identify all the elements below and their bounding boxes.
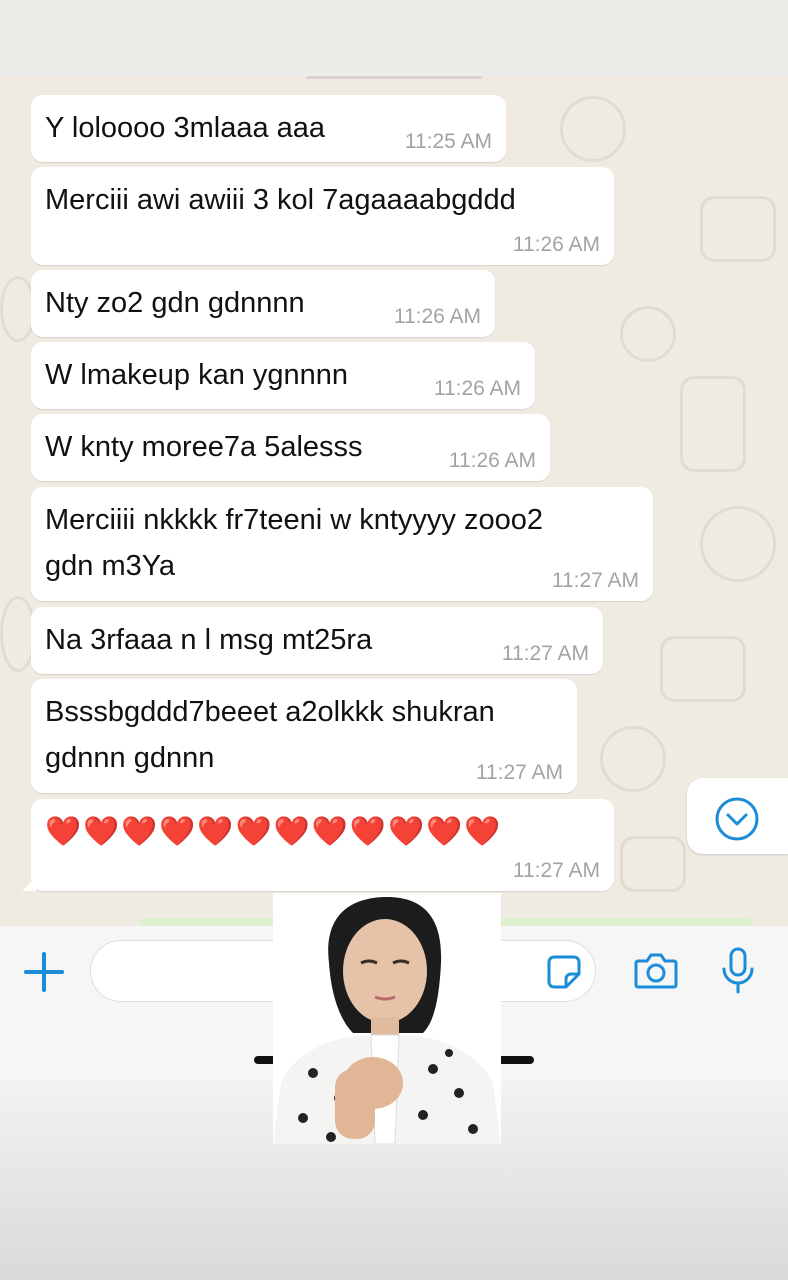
microphone-icon[interactable] <box>721 947 755 995</box>
chevron-down-circle-icon <box>715 797 759 841</box>
wallpaper-doodle <box>660 636 746 702</box>
wallpaper-doodle <box>700 196 776 262</box>
message-time: 11:27 AM <box>551 569 639 592</box>
message-bubble[interactable]: W knty moree7a 5alesss 11:26 AM <box>31 414 550 481</box>
message-time: 11:26 AM <box>433 377 521 400</box>
wallpaper-doodle <box>600 726 666 792</box>
message-bubble[interactable]: Nty zo2 gdn gdnnnn 11:26 AM <box>31 270 495 337</box>
message-time: 11:27 AM <box>501 642 589 665</box>
message-time: 11:27 AM <box>512 859 600 882</box>
message-bubble[interactable]: Y loloooo 3mlaaa aaa 11:25 AM <box>31 95 506 162</box>
message-time: 11:26 AM <box>448 449 536 472</box>
person-sticker-overlay <box>273 893 501 1144</box>
message-text-line: Merciiii nkkkk fr7teeni w kntyyyy zooo2 <box>45 504 543 536</box>
message-time: 11:26 AM <box>393 305 481 328</box>
scroll-indicator <box>306 76 482 79</box>
sticker-icon[interactable] <box>546 954 582 990</box>
message-bubble[interactable]: Bsssbgddd7beeet a2olkkk shukran gdnnn gd… <box>31 679 577 793</box>
message-text-line: Bsssbgddd7beeet a2olkkk shukran <box>45 696 495 728</box>
bubble-tail <box>22 877 36 891</box>
plus-icon[interactable] <box>24 952 64 992</box>
message-bubble[interactable]: ❤️❤️❤️❤️❤️❤️❤️❤️❤️❤️❤️❤️ 11:27 AM <box>22 799 614 891</box>
wallpaper-doodle <box>700 506 776 582</box>
message-bubble[interactable]: W lmakeup kan ygnnnn 11:26 AM <box>31 342 535 409</box>
message-bubble[interactable]: Na 3rfaaa n l msg mt25ra 11:27 AM <box>31 607 603 674</box>
camera-icon[interactable] <box>634 951 678 991</box>
wallpaper-doodle <box>620 836 686 892</box>
wallpaper-doodle <box>560 96 626 162</box>
message-time: 11:26 AM <box>512 233 600 256</box>
wallpaper-doodle <box>680 376 746 472</box>
message-time: 11:27 AM <box>475 761 563 784</box>
wallpaper-doodle <box>620 306 676 362</box>
message-hearts: ❤️❤️❤️❤️❤️❤️❤️❤️❤️❤️❤️❤️ <box>45 816 503 848</box>
message-text: Merciii awi awiii 3 kol 7agaaaabgddd <box>45 184 516 216</box>
status-area <box>0 0 788 76</box>
message-text-line: gdn m3Ya <box>45 550 176 582</box>
message-bubble[interactable]: Merciii awi awiii 3 kol 7agaaaabgddd 11:… <box>31 167 614 265</box>
message-time: 11:25 AM <box>404 130 492 153</box>
scroll-to-bottom-button[interactable] <box>687 778 788 854</box>
message-bubble[interactable]: Merciiii nkkkk fr7teeni w kntyyyy zooo2 … <box>31 487 653 601</box>
